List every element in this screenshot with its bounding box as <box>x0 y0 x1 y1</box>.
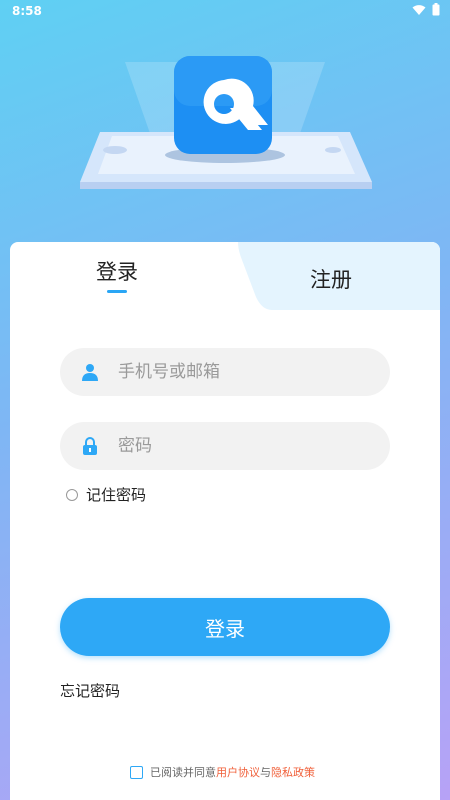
login-button[interactable]: 登录 <box>60 598 390 656</box>
tab-login-indicator <box>107 290 127 293</box>
hero-illustration <box>0 22 450 242</box>
remember-password-radio[interactable] <box>66 488 78 501</box>
tab-register-background <box>238 242 440 310</box>
remember-password-toggle[interactable]: 记住密码 <box>66 484 146 505</box>
user-agreement-link[interactable]: 用户协议 <box>216 764 260 780</box>
agreement-connector: 与 <box>260 766 271 779</box>
phone-email-input[interactable] <box>116 361 380 383</box>
agreement-row: 已阅读并同意 用户协议 与 隐私政策 <box>130 764 315 780</box>
status-time: 8:58 <box>12 4 42 18</box>
forgot-password-link[interactable]: 忘记密码 <box>60 680 120 701</box>
agreement-prefix: 已阅读并同意 <box>150 766 216 779</box>
phone-logo-illustration <box>80 56 372 189</box>
password-field <box>60 422 390 470</box>
lock-icon <box>78 434 102 458</box>
tab-login[interactable]: 登录 <box>96 256 138 286</box>
status-icons <box>412 3 440 16</box>
battery-icon <box>432 3 440 16</box>
tab-register[interactable]: 注册 <box>310 264 352 294</box>
wifi-icon <box>412 4 426 15</box>
user-icon <box>78 360 102 384</box>
remember-password-label: 记住密码 <box>86 486 147 504</box>
phone-email-field <box>60 348 390 396</box>
tab-bar: 登录 注册 <box>10 242 440 310</box>
privacy-policy-link[interactable]: 隐私政策 <box>271 764 315 780</box>
login-card: 登录 注册 记住密码 登录 忘记密码 已阅读并同意 用户协议 <box>10 242 440 800</box>
password-input[interactable] <box>116 435 380 457</box>
status-bar: 8:58 <box>0 0 450 22</box>
agreement-checkbox[interactable] <box>130 765 143 779</box>
